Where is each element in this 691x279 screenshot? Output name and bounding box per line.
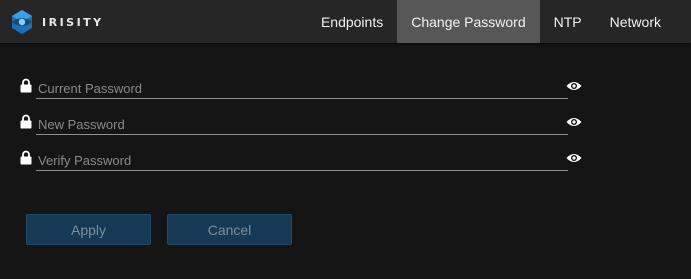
current-password-field <box>20 78 590 114</box>
nav-tab-change-password[interactable]: Change Password <box>397 0 540 43</box>
verify-password-field <box>20 150 590 186</box>
lock-icon <box>20 114 32 129</box>
eye-icon[interactable] <box>566 116 582 128</box>
new-password-field <box>20 114 590 150</box>
top-navigation-bar: IRISITY Endpoints Change Password NTP Ne… <box>0 0 691 43</box>
lock-icon <box>20 78 32 93</box>
nav-tab-endpoints[interactable]: Endpoints <box>307 0 397 43</box>
current-password-input[interactable] <box>36 78 568 99</box>
change-password-form <box>20 78 590 186</box>
brand[interactable]: IRISITY <box>8 8 104 36</box>
form-actions: Apply Cancel <box>26 214 292 245</box>
nav-tab-network[interactable]: Network <box>596 0 675 43</box>
apply-button[interactable]: Apply <box>26 214 151 245</box>
main-nav: Endpoints Change Password NTP Network <box>307 0 675 43</box>
eye-icon[interactable] <box>566 80 582 92</box>
lock-icon <box>20 150 32 165</box>
irisity-logo-icon <box>12 10 32 34</box>
brand-name: IRISITY <box>42 15 104 29</box>
change-password-page: IRISITY Endpoints Change Password NTP Ne… <box>0 0 691 279</box>
eye-icon[interactable] <box>566 152 582 164</box>
nav-tab-ntp[interactable]: NTP <box>540 0 596 43</box>
verify-password-input[interactable] <box>36 150 568 171</box>
cancel-button[interactable]: Cancel <box>167 214 292 245</box>
new-password-input[interactable] <box>36 114 568 135</box>
